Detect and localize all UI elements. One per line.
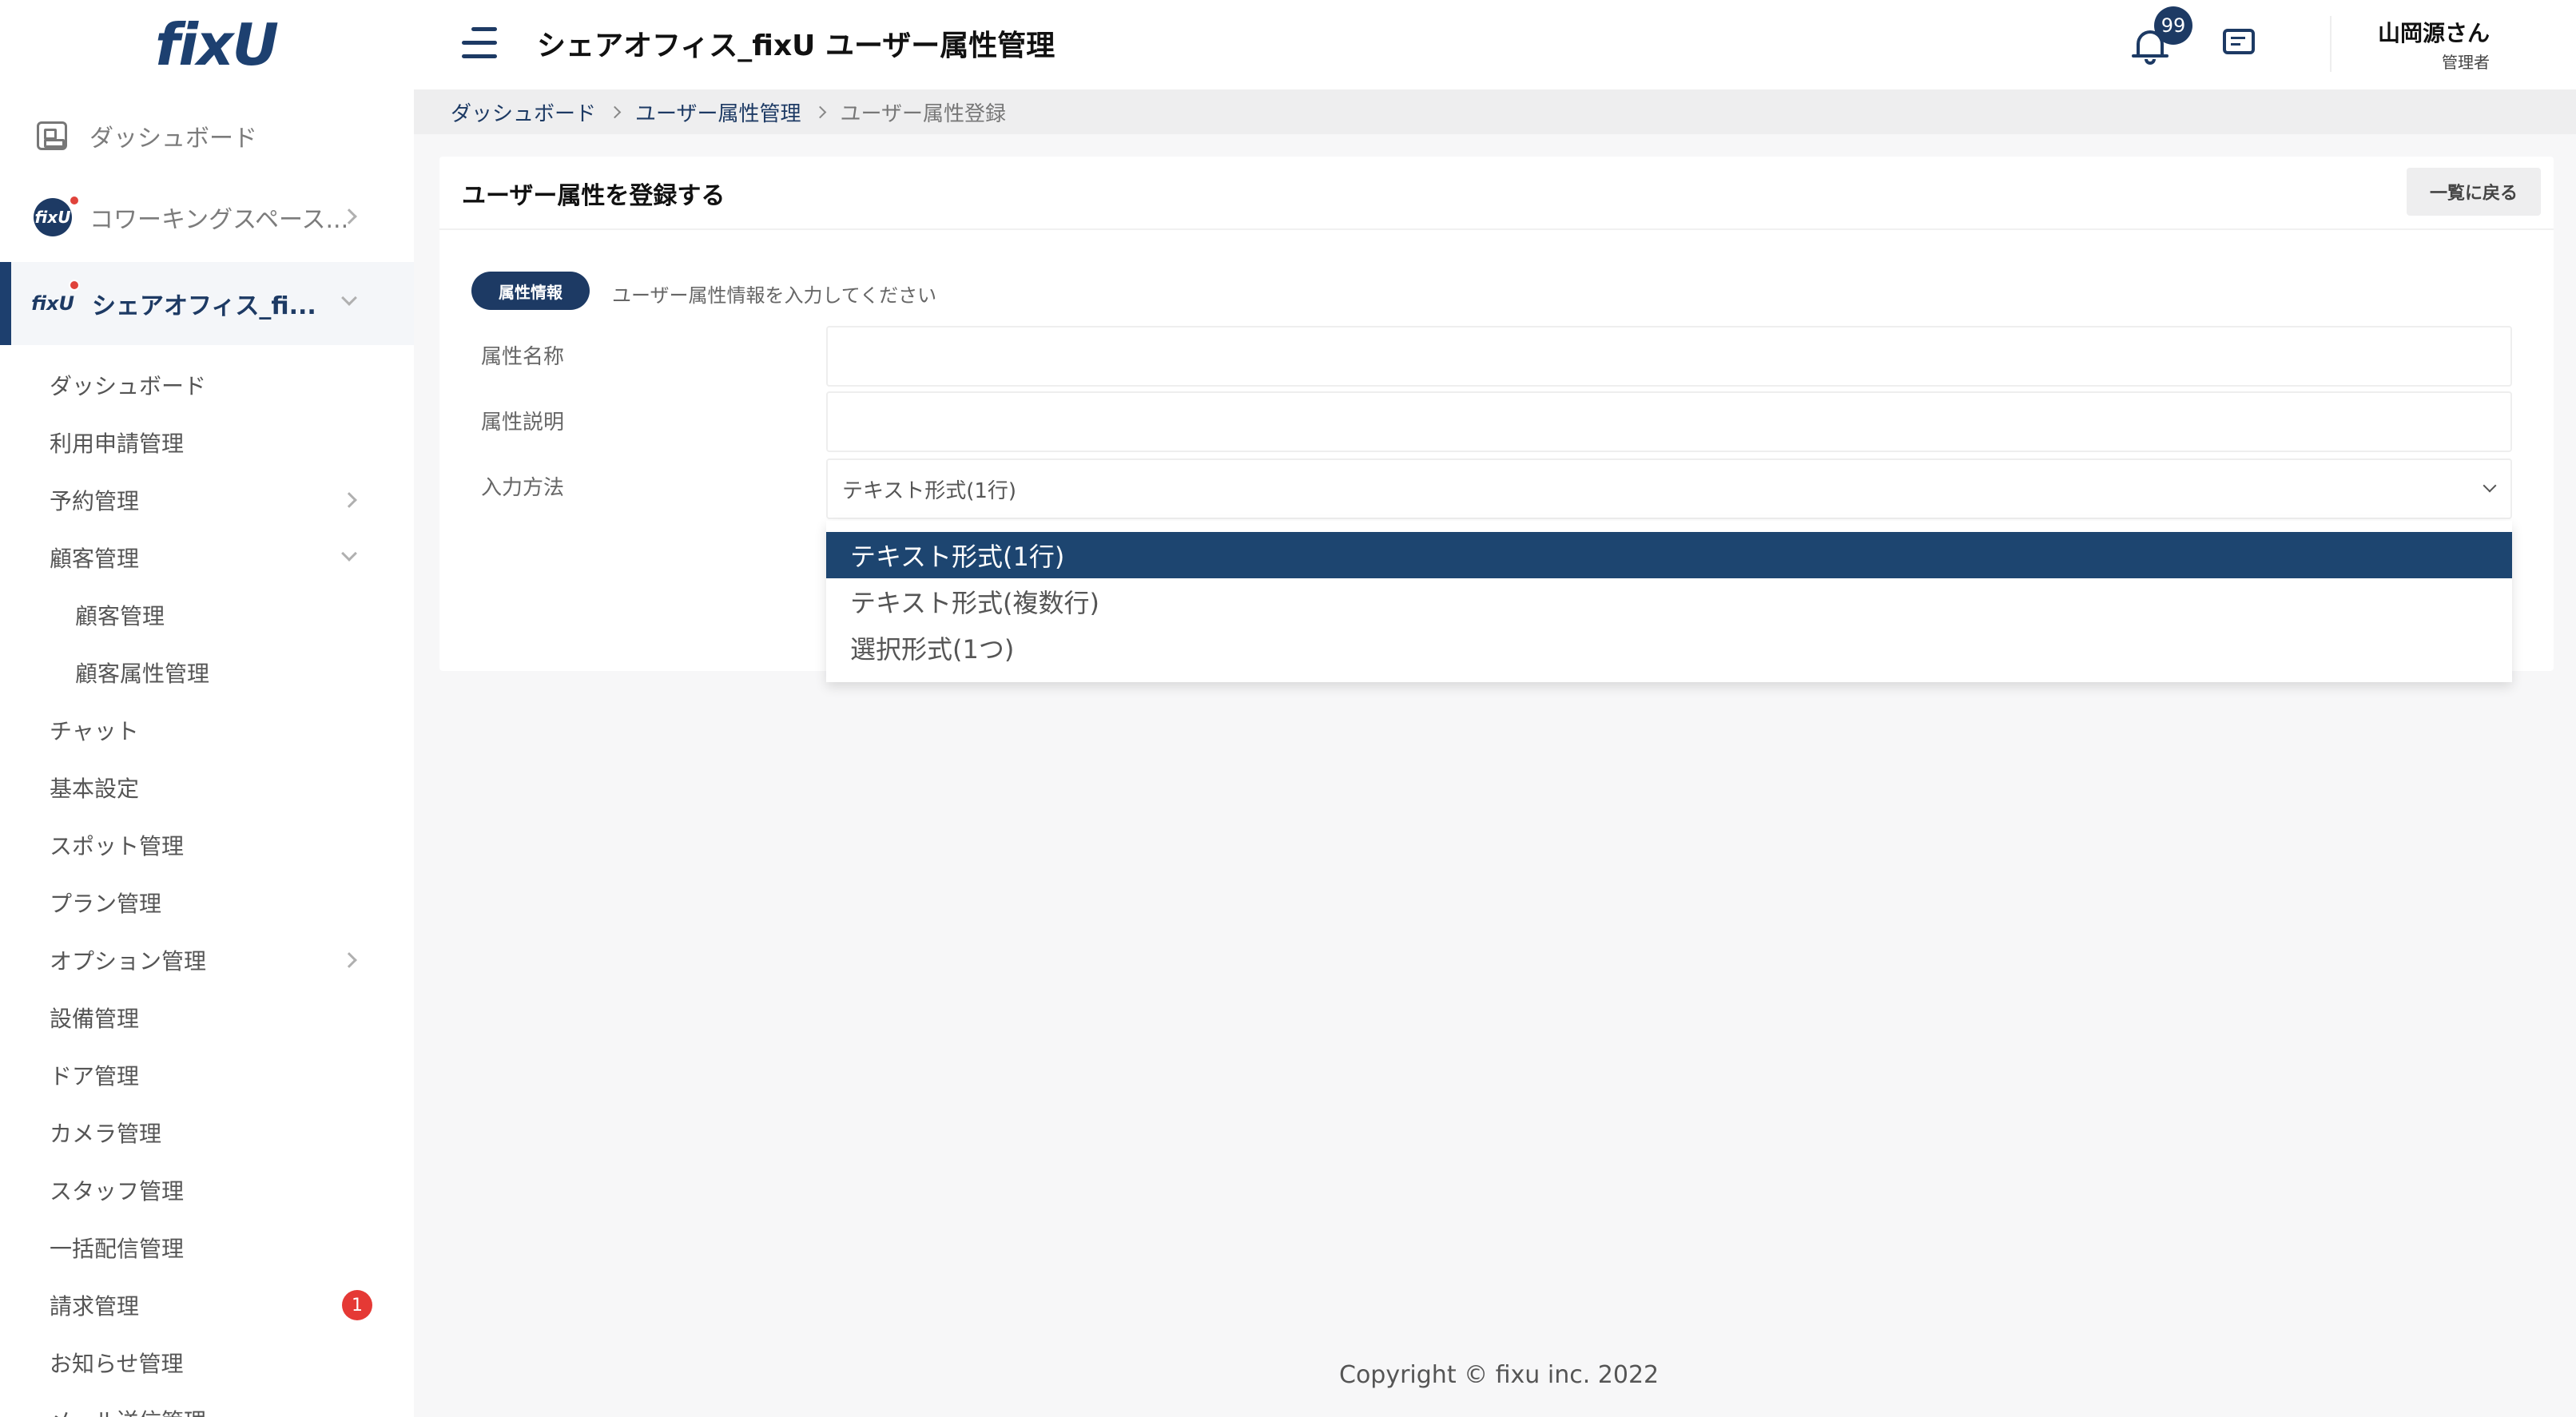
status-dot-icon [69,280,80,291]
user-role: 管理者 [2442,53,2490,72]
attribute-description-label: 属性説明 [481,411,565,435]
sidebar-subitem-options[interactable]: オプション管理 [0,936,414,984]
user-name[interactable]: 山岡源さん [2378,16,2490,48]
sidebar-subitem-label: スポット管理 [50,833,185,859]
footer-copyright: Copyright © fixu inc. 2022 [1339,1361,1660,1389]
top-header: シェアオフィス_fixU ユーザー属性管理 99 山岡源さん 管理者 [414,0,2576,89]
sidebar-subitem-notices[interactable]: お知らせ管理 [0,1339,414,1387]
sidebar-subitem-dashboard[interactable]: ダッシュボード [0,361,414,409]
sidebar-subitem-customer-list[interactable]: 顧客管理 [0,591,414,639]
breadcrumb-link-dashboard[interactable]: ダッシュボード [451,97,596,127]
sidebar-item-share-office[interactable]: fixU シェアオフィス_fi... [0,262,414,345]
sidebar-item-label: コワーキングスペース... [89,206,349,234]
breadcrumb-current: ユーザー属性登録 [840,101,1006,126]
sidebar-subitem-label: 顧客管理 [50,546,140,572]
sidebar-subitem-label: 請求管理 [50,1293,140,1320]
card-header: ユーザー属性を登録する 一覧に戻る [439,157,2554,230]
sidebar-subitem-label: カメラ管理 [50,1121,162,1147]
dropdown-option[interactable]: テキスト形式(複数行) [826,578,2512,625]
chevron-down-icon [341,546,357,562]
notification-count-badge: 99 [2154,6,2192,45]
chevron-down-icon [341,290,357,306]
dashboard-icon [37,121,67,150]
sidebar-item-label: シェアオフィス_fi... [92,292,316,320]
sidebar-subitem-plans[interactable]: プラン管理 [0,879,414,927]
sidebar-subitem-label: 設備管理 [50,1006,140,1032]
sidebar-subitem-customer-attributes[interactable]: 顧客属性管理 [0,649,414,697]
input-method-label: 入力方法 [481,476,565,500]
attribute-name-input[interactable] [826,326,2512,387]
page-title: シェアオフィス_fixU ユーザー属性管理 [537,30,1055,62]
sidebar-subitem-label: チャット [50,718,139,744]
sidebar-subitem-usage-applications[interactable]: 利用申請管理 [0,419,414,466]
space-logo-icon: fixU [31,292,74,315]
space-logo-icon: fixU [34,198,72,236]
sidebar-subitem-chat[interactable]: チャット [0,706,414,754]
sidebar-item-dashboard[interactable]: ダッシュボード [0,96,414,176]
input-method-dropdown: テキスト形式(1行) テキスト形式(複数行) 選択形式(1つ) [826,521,2512,682]
sidebar-subitem-label: 利用申請管理 [50,431,185,457]
sidebar-item-coworking-space[interactable]: fixU コワーキングスペース... [0,177,414,257]
sidebar-subitem-label: 顧客管理 [75,603,165,629]
header-divider [2330,16,2332,72]
card-title: ユーザー属性を登録する [462,182,725,210]
section-description: ユーザー属性情報を入力してください [612,284,937,307]
status-dot-icon [69,195,80,206]
sidebar-subitem-label: ダッシュボード [50,373,207,399]
sidebar-subitem-label: 顧客属性管理 [75,661,210,687]
sidebar-subitem-basic-settings[interactable]: 基本設定 [0,764,414,812]
back-to-list-button[interactable]: 一覧に戻る [2407,168,2541,216]
sidebar-subitem-label: メール送信管理 [50,1404,206,1417]
sidebar-subitem-label: 一括配信管理 [50,1236,185,1262]
input-method-selected-value: テキスト形式(1行) [842,478,1017,503]
breadcrumb-link-user-attributes[interactable]: ユーザー属性管理 [635,97,801,127]
sidebar-subitem-label: ドア管理 [50,1063,140,1090]
chevron-down-icon [2483,478,2497,493]
app-root: fixU ダッシュボード fixU コワーキングスペース... fixU シェア… [0,0,2576,1417]
sidebar-subitem-staff[interactable]: スタッフ管理 [0,1166,414,1214]
active-indicator [0,262,11,345]
sidebar-subitem-label: お知らせ管理 [50,1351,184,1377]
sidebar-subitem-equipment[interactable]: 設備管理 [0,994,414,1042]
attribute-name-label: 属性名称 [481,345,565,369]
sidebar-subitem-email[interactable]: メール送信管理 [0,1396,414,1417]
dropdown-option[interactable]: テキスト形式(1行) [826,532,2512,578]
sidebar-subitem-reservations[interactable]: 予約管理 [0,476,414,524]
chevron-right-icon [341,492,357,508]
sidebar-subitem-bulk-delivery[interactable]: 一括配信管理 [0,1224,414,1272]
input-method-select[interactable]: テキスト形式(1行) [826,458,2512,519]
chevron-right-icon [341,952,357,968]
billing-count-badge: 1 [342,1290,372,1320]
breadcrumb: ダッシュボード ユーザー属性管理 ユーザー属性登録 [414,89,2576,134]
sidebar-subitem-label: プラン管理 [50,891,162,917]
attribute-description-input[interactable] [826,391,2512,452]
sidebar-subitem-cameras[interactable]: カメラ管理 [0,1109,414,1157]
hamburger-menu-icon[interactable] [462,27,497,59]
sidebar-subitem-doors[interactable]: ドア管理 [0,1051,414,1099]
sidebar-subitem-customers[interactable]: 顧客管理 [0,534,414,581]
sidebar: fixU ダッシュボード fixU コワーキングスペース... fixU シェア… [0,0,414,1417]
sidebar-subitem-label: 基本設定 [50,776,140,802]
sidebar-subitem-label: スタッフ管理 [50,1178,185,1205]
chat-icon[interactable] [2223,29,2256,62]
sidebar-subitem-label: 予約管理 [50,488,140,514]
sidebar-item-label: ダッシュボード [89,125,257,153]
chevron-right-icon [608,105,622,118]
sidebar-subitem-label: オプション管理 [50,948,207,974]
section-pill: 属性情報 [471,272,590,310]
fixu-logo[interactable]: fixU [155,11,279,78]
sidebar-subitem-billing[interactable]: 請求管理 1 [0,1281,414,1329]
dropdown-option[interactable]: 選択形式(1つ) [826,625,2512,671]
chevron-right-icon [813,105,826,118]
sidebar-subitem-spots[interactable]: スポット管理 [0,821,414,869]
